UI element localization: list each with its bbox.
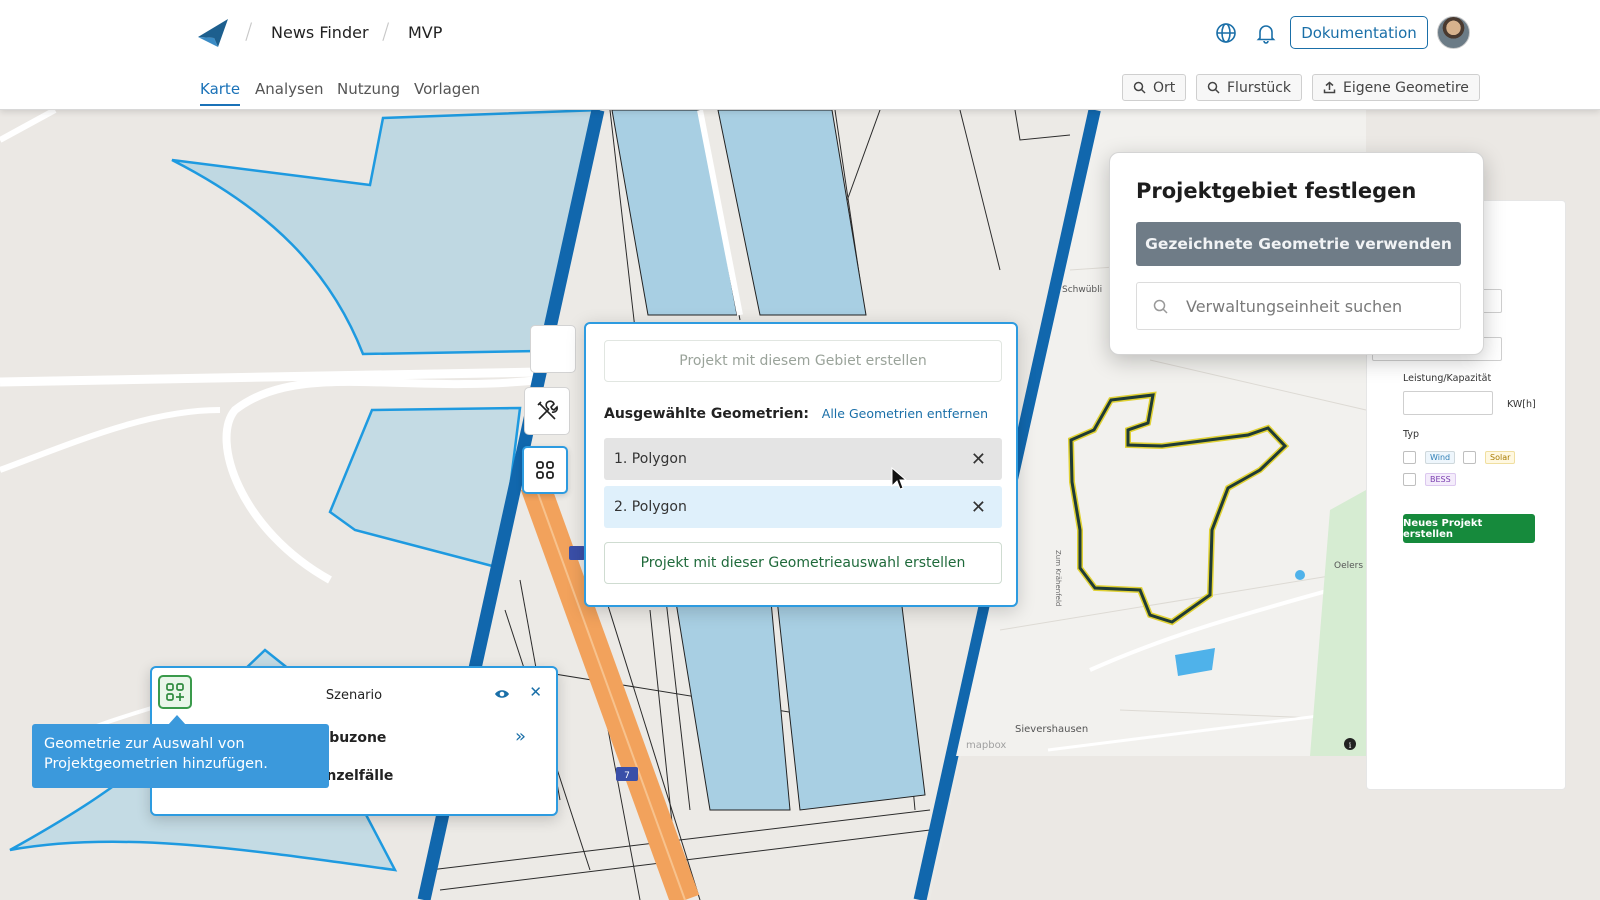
breadcrumb-separator: / <box>382 20 390 45</box>
grid-icon <box>536 461 554 479</box>
close-icon[interactable]: ✕ <box>529 683 542 701</box>
upload-geometry-button[interactable]: Eigene Geometire <box>1312 74 1480 101</box>
polygon-label: 1. Polygon <box>614 451 687 467</box>
type-wind-tag: Wind <box>1425 451 1456 464</box>
search-location-label: Ort <box>1153 79 1176 96</box>
type-solar-tag: Solar <box>1485 451 1516 464</box>
map-place-label: Sievershausen <box>1015 724 1088 735</box>
close-icon[interactable]: ✕ <box>971 449 986 470</box>
breadcrumb-project[interactable]: MVP <box>408 23 442 42</box>
new-project-button[interactable]: Neues Projekt erstellen <box>1403 514 1535 543</box>
use-drawn-geometry-button[interactable]: Gezeichnete Geometrie verwenden <box>1136 222 1461 266</box>
capacity-unit: KW[h] <box>1507 399 1536 410</box>
close-icon[interactable]: ✕ <box>971 497 986 518</box>
geometry-selection-popup: Projekt mit diesem Gebiet erstellen Ausg… <box>584 322 1018 607</box>
type-wind-checkbox[interactable] <box>1403 451 1416 464</box>
search-parcel-label: Flurstück <box>1227 79 1292 96</box>
admin-unit-search-input[interactable] <box>1186 296 1446 316</box>
highway-shield-label: 7 <box>624 771 630 781</box>
capacity-label: Leistung/Kapazität <box>1403 373 1492 384</box>
globe-icon[interactable] <box>1213 20 1239 46</box>
remove-all-geometries-link[interactable]: Alle Geometrien entfernen <box>822 406 988 421</box>
map-place-label: Oelers <box>1334 561 1363 571</box>
top-navigation-bar: / News Finder / MVP Karte Analysen Nutzu… <box>0 0 1600 110</box>
type-bess-tag: BESS <box>1425 473 1456 486</box>
type-solar-checkbox[interactable] <box>1463 451 1476 464</box>
project-area-panel: Projektgebiet festlegen Gezeichnete Geom… <box>1109 152 1484 355</box>
admin-unit-search[interactable] <box>1136 282 1461 330</box>
project-area-title: Projektgebiet festlegen <box>1136 179 1417 203</box>
tab-karte[interactable]: Karte <box>200 80 241 106</box>
map-road-label: Zum Krähenfeld <box>1054 550 1062 606</box>
app-logo-icon[interactable] <box>196 17 230 49</box>
breadcrumb-separator: / <box>245 20 253 45</box>
svg-text:i: i <box>1349 741 1352 750</box>
create-project-area-button[interactable]: Projekt mit diesem Gebiet erstellen <box>604 340 1002 382</box>
mapbox-attribution: mapbox <box>966 740 1006 751</box>
upload-geometry-label: Eigene Geometire <box>1343 79 1469 96</box>
map-tool-button[interactable] <box>530 325 576 373</box>
list-item[interactable]: 2. Polygon ✕ <box>604 486 1002 528</box>
add-geometry-tooltip: Geometrie zur Auswahl von Projektgeometr… <box>32 724 329 788</box>
draw-tools-button[interactable] <box>524 387 570 435</box>
capacity-input[interactable] <box>1403 391 1493 415</box>
map-place-label: Schwübli <box>1062 285 1102 295</box>
list-item[interactable]: 1. Polygon ✕ <box>604 438 1002 480</box>
search-parcel-button[interactable]: Flurstück <box>1196 74 1303 101</box>
tools-icon <box>537 400 558 420</box>
grid-plus-icon <box>166 683 184 701</box>
type-bess-checkbox[interactable] <box>1403 473 1416 486</box>
selected-geometries-label: Ausgewählte Geometrien: <box>604 406 810 422</box>
tab-vorlagen[interactable]: Vorlagen <box>414 80 480 104</box>
cursor-icon <box>891 467 907 490</box>
polygon-label: 2. Polygon <box>614 499 687 515</box>
search-location-button[interactable]: Ort <box>1122 74 1187 101</box>
type-label: Typ <box>1403 429 1419 440</box>
avatar[interactable] <box>1437 16 1470 49</box>
tab-analysen[interactable]: Analysen <box>255 80 324 104</box>
search-icon <box>1133 81 1146 94</box>
documentation-button[interactable]: Dokumentation <box>1290 16 1428 49</box>
upload-icon <box>1323 81 1336 94</box>
double-chevron-right-icon[interactable]: » <box>515 726 526 747</box>
breadcrumb-app[interactable]: News Finder <box>271 23 369 42</box>
bell-icon[interactable] <box>1253 20 1279 46</box>
add-geometry-button[interactable] <box>158 675 192 709</box>
search-icon <box>1207 81 1220 94</box>
search-icon <box>1153 299 1168 314</box>
geometry-selection-button[interactable] <box>522 446 568 494</box>
tab-nutzung[interactable]: Nutzung <box>337 80 400 104</box>
eye-icon[interactable] <box>494 688 510 700</box>
create-project-selection-button[interactable]: Projekt mit dieser Geometrieauswahl erst… <box>604 542 1002 584</box>
